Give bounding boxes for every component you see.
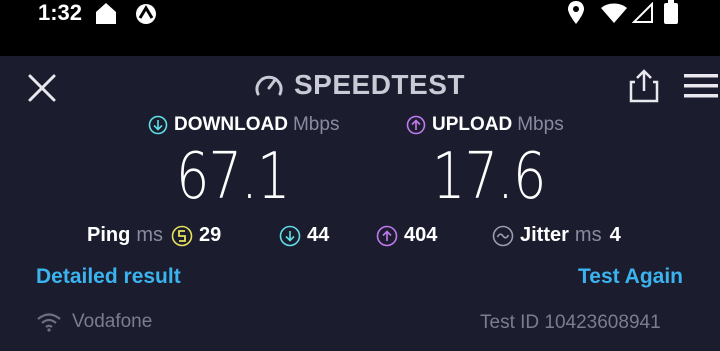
status-bar: 1:32 [0, 0, 720, 56]
battery-icon [664, 0, 678, 24]
upload-latency-stat: 404 [376, 224, 437, 247]
jitter-value: 4 [609, 224, 621, 246]
ping-label: Ping [87, 224, 131, 246]
wifi-icon [37, 313, 61, 332]
ping-icon [171, 225, 193, 246]
download-latency-icon [279, 225, 301, 246]
signal-icon [632, 2, 653, 23]
download-label: DOWNLOAD [174, 114, 288, 135]
download-latency-stat: 44 [279, 224, 329, 247]
network-name: Vodafone [72, 311, 153, 332]
upload-latency-value: 404 [404, 224, 438, 246]
network-info: Vodafone [36, 311, 152, 333]
share-icon[interactable] [626, 68, 662, 104]
upload-header: UPLOAD Mbps [406, 114, 564, 136]
upload-label: UPLOAD [432, 114, 513, 135]
home-icon [96, 3, 116, 24]
speedtest-logo: SPEEDTEST [254, 68, 465, 102]
ping-unit: ms [136, 224, 164, 246]
jitter-icon [492, 225, 514, 246]
upload-latency-icon [376, 225, 398, 246]
jitter-unit: ms [574, 224, 602, 246]
speedtest-screen: SPEEDTEST DOWNLOAD Mbps UPLOAD Mbps 67.1… [0, 56, 720, 351]
detailed-result-link[interactable]: Detailed result [36, 265, 181, 289]
download-speed-value: 67.1 [176, 140, 290, 214]
app-title: SPEEDTEST [294, 69, 465, 100]
location-icon [568, 1, 584, 24]
download-arrow-icon [148, 115, 168, 135]
speedometer-icon [255, 75, 283, 96]
download-unit: Mbps [292, 114, 340, 135]
upload-unit: Mbps [517, 114, 564, 135]
wifi-status-icon [601, 3, 627, 23]
close-icon[interactable] [22, 68, 62, 108]
menu-icon[interactable] [684, 74, 718, 100]
download-latency-value: 44 [307, 224, 330, 246]
jitter-stat: Jitter ms 4 [492, 224, 621, 247]
test-id: Test ID 10423608941 [480, 312, 661, 333]
upload-arrow-icon [406, 115, 426, 135]
jitter-label: Jitter [520, 224, 569, 246]
status-time: 1:32 [38, 0, 83, 25]
upload-speed-value: 17.6 [432, 140, 546, 214]
ping-stat: Ping ms 29 [87, 224, 221, 247]
app-notification-icon [136, 4, 156, 24]
test-again-button[interactable]: Test Again [578, 265, 683, 289]
ping-value: 29 [199, 224, 222, 246]
download-header: DOWNLOAD Mbps [148, 114, 339, 136]
